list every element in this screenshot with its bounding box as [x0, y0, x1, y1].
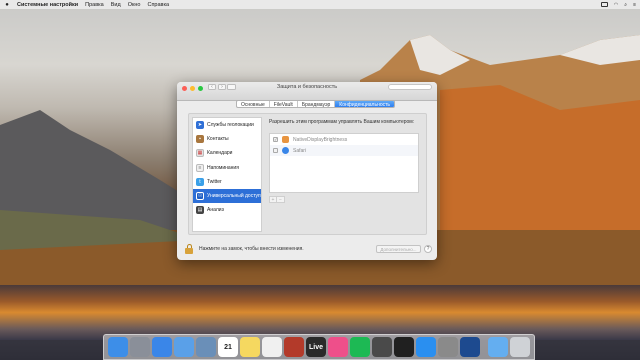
lock-bar: Нажмите на замок, чтобы внести изменения…: [177, 238, 437, 260]
add-remove-control: + −: [269, 196, 285, 203]
menu-window[interactable]: Окно: [128, 2, 141, 8]
compass-icon: ➤: [196, 121, 204, 130]
sidebar-item-reminders[interactable]: ≡ Напоминания: [193, 161, 261, 175]
safari-icon[interactable]: [152, 337, 172, 357]
quicktime-icon[interactable]: [460, 337, 480, 357]
final-cut-icon[interactable]: [394, 337, 414, 357]
dock: 21 Live: [103, 334, 535, 360]
menu-bar: ● Системные настройки Правка Вид Окно Сп…: [0, 0, 640, 9]
sidebar-item-accessibility[interactable]: ☉ Универсальный доступ: [193, 188, 261, 204]
remove-button[interactable]: −: [277, 197, 284, 203]
native-display-brightness-icon: [282, 136, 289, 143]
menu-view[interactable]: Вид: [111, 2, 121, 8]
security-privacy-window: ‹ › Защита и безопасность Основные FileV…: [177, 82, 437, 260]
wifi-icon[interactable]: ◠: [614, 2, 618, 8]
tab-filevault[interactable]: FileVault: [270, 101, 298, 107]
contacts-icon: ▪: [196, 135, 204, 144]
privacy-sidebar: ➤ Службы геолокации ▪ Контакты ▦ Календа…: [192, 117, 262, 232]
tab-privacy[interactable]: Конфиденциальность: [335, 101, 395, 107]
calendar-icon[interactable]: 21: [218, 337, 238, 357]
tab-bar: Основные FileVault Брандмауэр Конфиденци…: [236, 100, 396, 108]
app-store-icon[interactable]: [416, 337, 436, 357]
preview-icon[interactable]: [196, 337, 216, 357]
tab-general[interactable]: Основные: [237, 101, 270, 107]
sidebar-item-label: Календари: [207, 150, 233, 157]
twitter-icon: t: [196, 177, 204, 186]
accessibility-pane: Разрешить этим программам управлять Ваши…: [269, 117, 424, 232]
menu-edit[interactable]: Правка: [85, 2, 104, 8]
sidebar-item-label: Анализ: [207, 207, 224, 214]
safari-icon: [282, 147, 289, 154]
accessibility-icon: ☉: [196, 192, 204, 201]
sidebar-item-twitter[interactable]: t Twitter: [193, 175, 261, 189]
notes-icon[interactable]: [240, 337, 260, 357]
downloads-folder-icon[interactable]: [488, 337, 508, 357]
spotify-icon[interactable]: [350, 337, 370, 357]
itunes-icon[interactable]: [328, 337, 348, 357]
sidebar-item-analytics[interactable]: ▤ Анализ: [193, 203, 261, 217]
lock-message: Нажмите на замок, чтобы внести изменения…: [199, 246, 304, 252]
apple-menu-icon[interactable]: ●: [4, 1, 10, 8]
app-name: NativeDisplayBrightness: [293, 136, 348, 143]
system-preferences-icon[interactable]: [438, 337, 458, 357]
menu-app-name[interactable]: Системные настройки: [17, 2, 78, 8]
window-titlebar: ‹ › Защита и безопасность: [177, 82, 437, 101]
launchpad-icon[interactable]: [130, 337, 150, 357]
keynote-icon[interactable]: [372, 337, 392, 357]
analytics-icon: ▤: [196, 206, 204, 215]
sidebar-item-calendars[interactable]: ▦ Календари: [193, 146, 261, 160]
sidebar-item-label: Универсальный доступ: [207, 193, 261, 200]
add-button[interactable]: +: [270, 197, 277, 203]
sidebar-item-contacts[interactable]: ▪ Контакты: [193, 132, 261, 146]
mail-icon[interactable]: [174, 337, 194, 357]
battery-icon[interactable]: [600, 2, 608, 7]
app-name: Safari: [293, 147, 307, 154]
app-list: ✓ NativeDisplayBrightness Safari: [269, 133, 419, 193]
advanced-button[interactable]: Дополнительно...: [376, 245, 421, 253]
menu-help[interactable]: Справка: [147, 2, 169, 8]
spotlight-icon[interactable]: ⌕: [624, 2, 627, 8]
reminders-icon: ≡: [196, 163, 204, 172]
sidebar-item-label: Службы геолокации: [207, 122, 254, 129]
lock-icon[interactable]: [185, 244, 193, 254]
sidebar-item-label: Twitter: [207, 178, 222, 185]
sidebar-item-label: Напоминания: [207, 164, 239, 171]
privacy-panel: ➤ Службы геолокации ▪ Контакты ▦ Календа…: [188, 113, 427, 235]
sidebar-item-location[interactable]: ➤ Службы геолокации: [193, 118, 261, 132]
photo-booth-icon[interactable]: [284, 337, 304, 357]
calendar-icon: ▦: [196, 149, 204, 158]
list-item[interactable]: ✓ NativeDisplayBrightness: [270, 134, 418, 145]
notification-center-icon[interactable]: ≡: [633, 2, 636, 8]
search-field[interactable]: [388, 84, 432, 90]
sidebar-item-label: Контакты: [207, 136, 229, 143]
app-checkbox[interactable]: [273, 148, 278, 153]
wallpaper-lake: [0, 285, 640, 340]
pane-title: Разрешить этим программам управлять Ваши…: [269, 119, 415, 125]
trash-icon[interactable]: [510, 337, 530, 357]
list-item[interactable]: Safari: [270, 145, 418, 156]
finder-icon[interactable]: [108, 337, 128, 357]
live-icon[interactable]: Live: [306, 337, 326, 357]
photos-icon[interactable]: [262, 337, 282, 357]
app-checkbox[interactable]: ✓: [273, 137, 278, 142]
help-button[interactable]: ?: [424, 245, 432, 253]
tab-firewall[interactable]: Брандмауэр: [298, 101, 336, 107]
